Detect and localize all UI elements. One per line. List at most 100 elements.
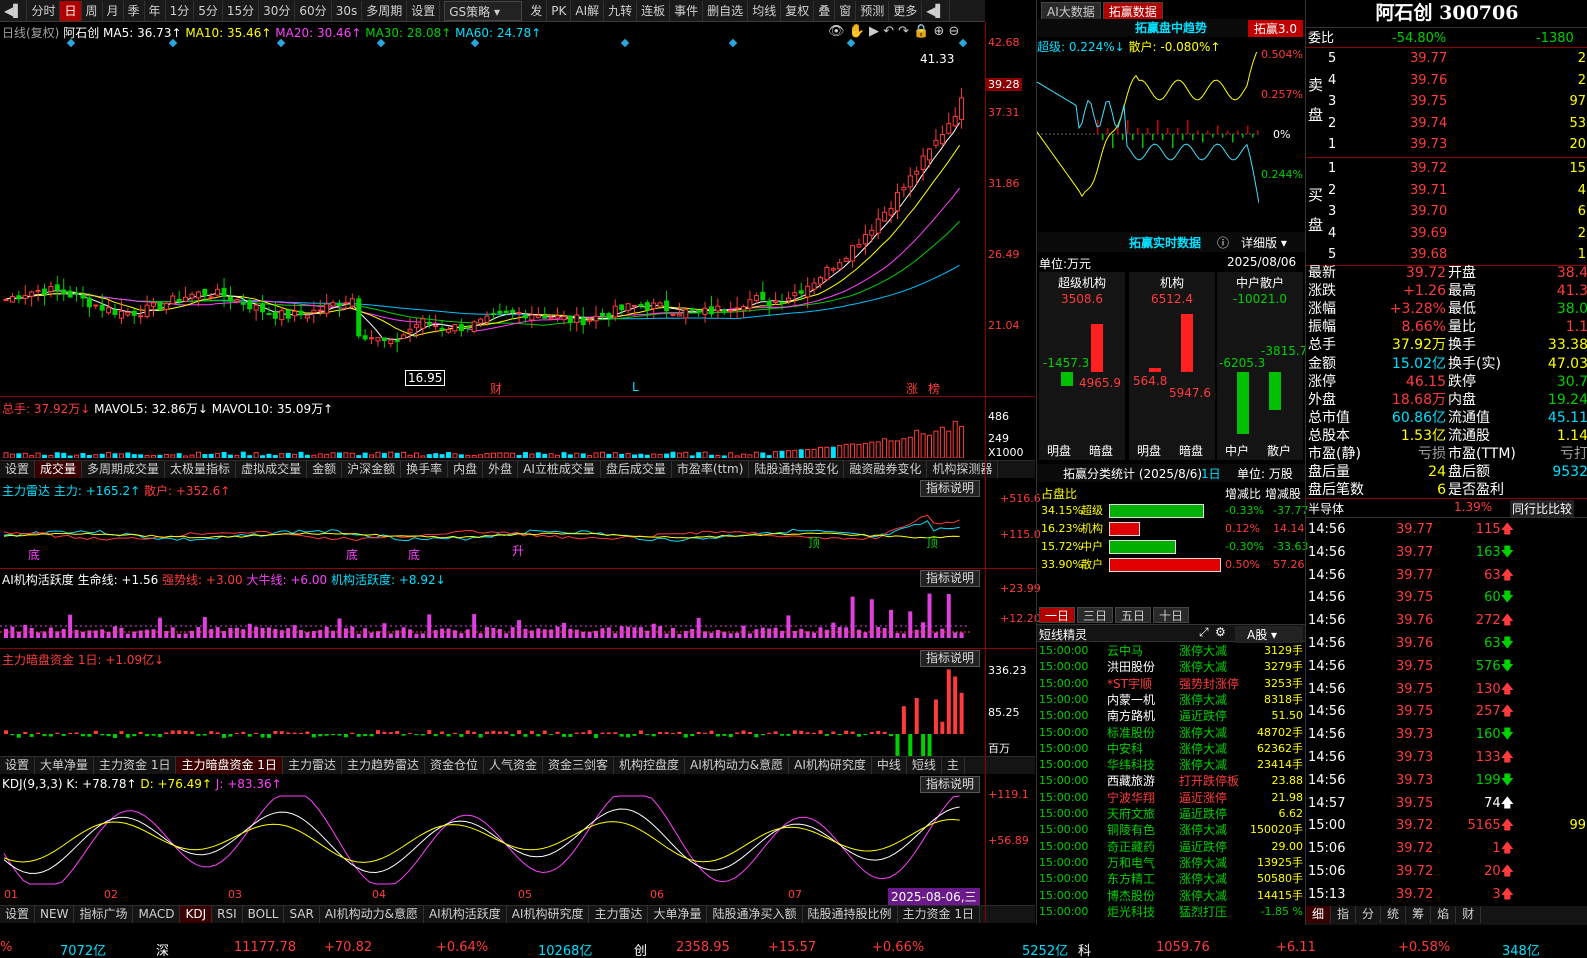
book-row[interactable]: 5 39.68 1 [1306,244,1587,265]
book-row[interactable]: 3 39.70 6 [1306,201,1587,222]
indicator-tab[interactable]: 成交量 [35,461,83,478]
indicator-tab[interactable]: 外盘 [483,461,519,478]
period-tab[interactable]: 日 [60,0,82,21]
ai-activity-desc-button[interactable]: 指标说明 [920,570,980,587]
indicator-tab[interactable]: 机构控盘度 [614,757,686,774]
elf-row[interactable]: 15:00:00 天府文旅 逼近跌停 6.62 [1037,806,1305,822]
indicator-tab[interactable]: SAR [284,906,320,923]
period-tab[interactable]: 1分 [166,0,195,21]
period-tab[interactable]: 三日 [1077,607,1114,623]
book-row[interactable]: 1 39.72 15 [1306,158,1587,179]
elf-row[interactable]: 15:00:00 洪田股份 涨停大减 3279手 [1037,659,1305,675]
elf-row[interactable]: 15:00:00 万和电气 涨停大减 13925手 [1037,855,1305,871]
tool-button[interactable]: 更多 [889,0,923,21]
indicator-tab[interactable]: AI立桩成交量 [518,461,601,478]
elf-row[interactable]: 15:00:00 云中马 涨停大减 3129手 [1037,643,1305,659]
tool-button[interactable]: 均线 [748,0,782,21]
candlestick-chart[interactable] [0,36,985,396]
period-tab[interactable]: 30s [332,0,363,21]
indicator-tab[interactable]: 短线 [907,757,942,774]
stat-period[interactable]: 1日 [1201,465,1221,482]
elf-row[interactable]: 15:00:00 *ST宇顺 强势封涨停 3253手 [1037,676,1305,692]
book-row[interactable]: 5 39.77 2 [1306,48,1587,69]
period-tab[interactable]: 设置 [407,0,441,21]
l-marker[interactable]: L [632,380,639,394]
gear-icon[interactable]: ⚙ [1215,625,1226,639]
indicator-tab[interactable]: 太极量指标 [165,461,237,478]
ranking-marker[interactable]: 榜 [928,380,940,397]
strategy-select[interactable]: GS策略 ▾ [444,0,523,21]
indicator-tab[interactable]: 主 [942,757,965,774]
elf-row[interactable]: 15:00:00 宁波华翔 逼近涨停 21.98 [1037,790,1305,806]
period-tab[interactable]: 周 [82,0,103,21]
indicator-tab[interactable]: 陆股通持股变化 [749,461,845,478]
dark-fund-desc-button[interactable]: 指标说明 [920,650,980,667]
indicator-tab[interactable]: 主力暗盘资金 1日 [176,757,283,774]
tool-button[interactable]: 事件 [670,0,704,21]
indicator-tab[interactable]: 内盘 [448,461,484,478]
indicator-tab[interactable]: NEW [35,906,75,923]
period-tab[interactable]: 60分 [295,0,332,21]
indicator-tab[interactable]: BOLL [243,906,285,923]
indicator-tab[interactable]: 主力雷达 [283,757,342,774]
indicator-tab[interactable]: 陆股通净买入额 [707,906,803,923]
indicator-tab[interactable]: 盘后成交量 [601,461,672,478]
period-tab[interactable]: 30分 [259,0,296,21]
indicator-tab[interactable]: 指标广场 [74,906,134,923]
period-tab[interactable]: 月 [103,0,124,21]
expand-icon[interactable]: ⤢ [1199,625,1209,640]
period-tab[interactable]: 一日 [1039,607,1076,623]
indicator-tab[interactable]: KDJ [180,906,213,923]
pin-icon[interactable]: ◀▌ [922,0,950,21]
quote-tab[interactable]: 财 [1456,906,1482,923]
tool-button[interactable]: PK [547,0,572,21]
elf-row[interactable]: 15:00:00 内蒙一机 涨停大减 8318手 [1037,692,1305,708]
finance-marker[interactable]: 财 [490,380,502,397]
period-tab[interactable]: 年 [145,0,166,21]
tab-tuoying-data[interactable]: 拓赢数据 [1102,2,1163,20]
indicator-tab[interactable]: 金额 [307,461,343,478]
tab-ai-big-data[interactable]: AI大数据 [1041,2,1101,20]
tool-button[interactable]: AI解 [571,0,605,21]
indicator-tab[interactable]: 融资融券变化 [844,461,928,478]
quote-tab[interactable]: 指 [1331,906,1357,923]
elf-row[interactable]: 15:00:00 华纬科技 涨停大减 23414手 [1037,757,1305,773]
period-tab[interactable]: 15分 [223,0,260,21]
indicator-tab[interactable]: 主力资金 1日 [94,757,177,774]
indicator-tab[interactable]: 主力趋势雷达 [342,757,425,774]
book-row[interactable]: 2 39.74 53 [1306,113,1587,134]
tool-button[interactable]: 九转 [604,0,638,21]
tool-button[interactable]: 预测 [856,0,890,21]
indicator-tab[interactable]: 换手率 [401,461,449,478]
period-tab[interactable]: 十日 [1153,607,1190,623]
tool-button[interactable]: 窗 [835,0,857,21]
book-row[interactable]: 4 39.76 2 [1306,70,1587,91]
elf-row[interactable]: 15:00:00 西藏旅游 打开跌停板 23.88 [1037,773,1305,789]
trend-badge[interactable]: 拓赢3.0 [1247,20,1303,37]
elf-row[interactable]: 15:00:00 中安科 涨停大减 62362手 [1037,741,1305,757]
tool-button[interactable]: 删自选 [703,0,749,21]
indicator-tab[interactable]: 人气资金 [484,757,543,774]
elf-row[interactable]: 15:00:00 标准股份 涨停大减 48702手 [1037,725,1305,741]
indicator-tab[interactable]: AI机构动力&意愿 [685,757,790,774]
indicator-tab[interactable]: 中线 [872,757,907,774]
tool-button[interactable]: 叠 [814,0,836,21]
book-row[interactable]: 1 39.73 20 [1306,134,1587,155]
book-row[interactable]: 3 39.75 97 [1306,91,1587,112]
indicator-tab[interactable]: 主力雷达 [589,906,649,923]
indicator-tab[interactable]: 陆股通持股比例 [803,906,898,923]
indicator-tab[interactable]: 多周期成交量 [82,461,166,478]
radar-desc-button[interactable]: 指标说明 [920,480,980,497]
indicator-tab[interactable]: 设置 [0,906,36,923]
indicator-tab[interactable]: AI机构研究度 [507,906,590,923]
indicator-tab[interactable]: 设置 [0,461,36,478]
quote-tab[interactable]: 焰 [1431,906,1457,923]
indicator-tab[interactable]: RSI [212,906,243,923]
book-row[interactable]: 4 39.69 2 [1306,223,1587,244]
indicator-tab[interactable]: AI机构研究度 [789,757,872,774]
period-tab[interactable]: 季 [124,0,145,21]
indicator-tab[interactable]: AI机构活跃度 [424,906,507,923]
quote-tab[interactable]: 细 [1306,906,1332,923]
indicator-tab[interactable]: MACD [133,906,181,923]
peer-compare-button[interactable]: 同行比比较 [1510,500,1575,517]
